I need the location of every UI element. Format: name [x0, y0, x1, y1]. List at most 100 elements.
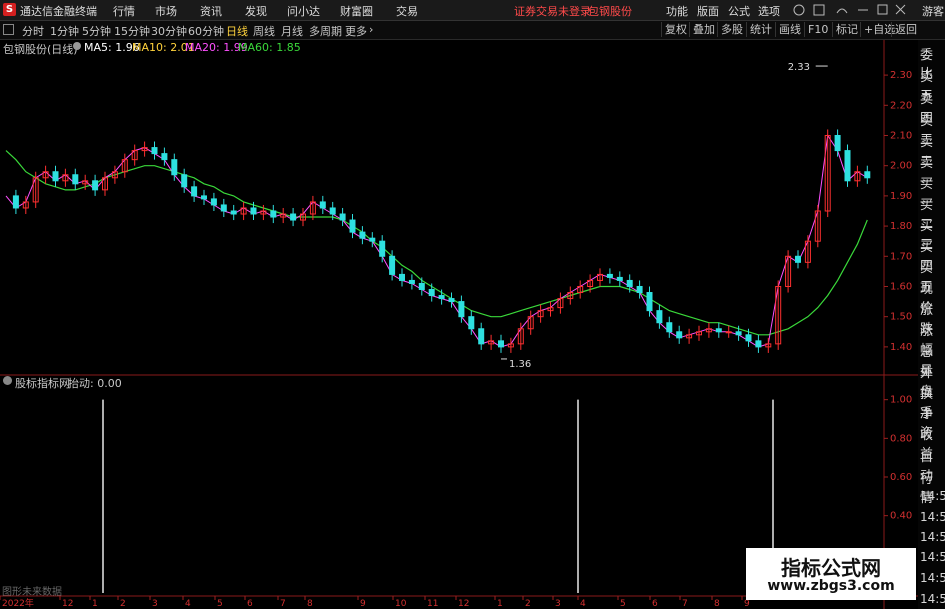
period-30min[interactable]: 30分钟 [151, 23, 187, 39]
price-annotation: 2.33 [788, 62, 810, 73]
menu-function[interactable]: 功能 [666, 3, 688, 19]
candle-body [715, 328, 722, 333]
candle-body [646, 292, 653, 312]
indicator-tick-label: 1.00 [890, 395, 912, 406]
candle-body [725, 331, 732, 334]
date-tick-label: 8 [307, 599, 313, 609]
phone-icon [836, 8, 848, 14]
candle-body [399, 273, 405, 281]
menu-market[interactable]: 市场 [155, 3, 177, 19]
btn-f10[interactable]: F10 [804, 22, 831, 37]
btn-multistock[interactable]: 多股 [717, 22, 746, 37]
menu-fortune[interactable]: 财富圈 [340, 3, 373, 19]
menu-xiaoda[interactable]: 问小达 [287, 3, 320, 19]
date-tick-label: 2 [525, 599, 531, 609]
candle-body [616, 276, 623, 281]
candle-body [448, 298, 455, 303]
chevron-right-icon[interactable]: › [369, 23, 373, 36]
period-more[interactable]: 更多 [345, 23, 367, 39]
candle-body [349, 219, 356, 233]
candle-body [250, 207, 257, 215]
date-tick-label: 11 [427, 599, 438, 609]
date-tick-label: 4 [580, 599, 586, 609]
price-tick-label: 2.30 [890, 70, 912, 81]
menu-formula[interactable]: 公式 [728, 3, 750, 19]
price-tick-label: 1.80 [890, 221, 912, 232]
close-icon [895, 4, 906, 15]
date-tick-label: 5 [620, 599, 626, 609]
price-annotation: 1.36 [509, 359, 531, 370]
period-weekly[interactable]: 周线 [253, 23, 275, 39]
date-tick-label: 6 [247, 599, 253, 609]
btn-rights[interactable]: 复权 [661, 22, 690, 37]
period-tick[interactable]: 分时 [22, 23, 44, 39]
period-5min[interactable]: 5分钟 [82, 23, 111, 39]
price-tick-label: 2.20 [890, 100, 912, 111]
indicator-settings-icon[interactable] [3, 376, 12, 385]
kline-chart[interactable]: 2.30 2.20 2.10 2.00 1.90 1.80 1.70 1.60 1.50 1.40… [0, 40, 918, 609]
menu-options[interactable]: 选项 [758, 3, 780, 19]
candle-body [290, 213, 297, 221]
period-daily[interactable]: 日线 [226, 23, 248, 39]
window-icons [793, 4, 906, 16]
candle-body [468, 316, 475, 330]
ma20-line [5, 134, 868, 348]
candle-body [230, 210, 237, 215]
price-tick-label: 2.10 [890, 130, 912, 141]
candle-body [359, 231, 366, 239]
panel-toggle-icon[interactable] [3, 24, 14, 35]
date-tick-label: 7 [280, 599, 286, 609]
candle-body [478, 328, 485, 345]
future-data-note: 图形未来数据 [2, 587, 62, 598]
period-multi[interactable]: 多周期 [309, 23, 342, 39]
mail-icon [813, 4, 825, 16]
date-tick-label: 6 [652, 599, 658, 609]
menu-quotes[interactable]: 行情 [113, 3, 135, 19]
candle-body [379, 240, 386, 257]
ma60-line [5, 150, 868, 336]
date-tick-label: 12 [62, 599, 73, 609]
candle-body [52, 171, 59, 182]
candle-body [339, 213, 346, 221]
period-toolbar: 分时 1分钟 5分钟 15分钟 30分钟 60分钟 日线 周线 月线 多周期 更… [0, 21, 945, 40]
period-60min[interactable]: 60分钟 [188, 23, 224, 39]
indicator-tick-label: 0.40 [890, 511, 912, 522]
candle-body [389, 255, 396, 275]
watermark-url: www.zbgs3.com [767, 578, 895, 594]
app-logo-icon: S [3, 3, 16, 16]
candle-body [755, 340, 762, 348]
guest-label[interactable]: 游客 [922, 3, 944, 19]
candle-body [864, 171, 871, 179]
candle-body [666, 322, 673, 333]
indicator-tick-label: 0.60 [890, 472, 912, 483]
candle-body [151, 147, 158, 155]
menu-layout[interactable]: 版面 [697, 3, 719, 19]
candle-body [319, 201, 326, 209]
period-monthly[interactable]: 月线 [281, 23, 303, 39]
candle-body [735, 331, 742, 336]
candle-body [171, 159, 178, 176]
btn-mark[interactable]: 标记 [832, 22, 861, 37]
btn-overlay[interactable]: 叠加 [689, 22, 718, 37]
btn-back[interactable]: 返回 [891, 22, 920, 37]
price-tick-label: 1.70 [890, 251, 912, 262]
btn-stats[interactable]: 统计 [746, 22, 775, 37]
date-tick-label: 9 [744, 599, 750, 609]
btn-draw[interactable]: 画线 [775, 22, 804, 37]
price-tick-label: 1.40 [890, 342, 912, 353]
candle-body [191, 186, 198, 197]
menu-news[interactable]: 资讯 [200, 3, 222, 19]
watermark-title: 指标公式网 [781, 556, 881, 580]
date-tick-label: 9 [360, 599, 366, 609]
menu-trade[interactable]: 交易 [396, 3, 418, 19]
stock-name-notice: 包钢股份 [588, 5, 632, 18]
period-1min[interactable]: 1分钟 [50, 23, 79, 39]
sidebar-label: 14:50 [920, 510, 945, 524]
menu-discover[interactable]: 发现 [245, 3, 267, 19]
period-15min[interactable]: 15分钟 [114, 23, 150, 39]
candle-body [458, 301, 465, 318]
candle-body [12, 195, 19, 209]
date-tick-label: 4 [185, 599, 191, 609]
app-title: 通达信金融终端 [20, 5, 97, 18]
trade-login-notice[interactable]: 证券交易未登录 [514, 3, 591, 19]
